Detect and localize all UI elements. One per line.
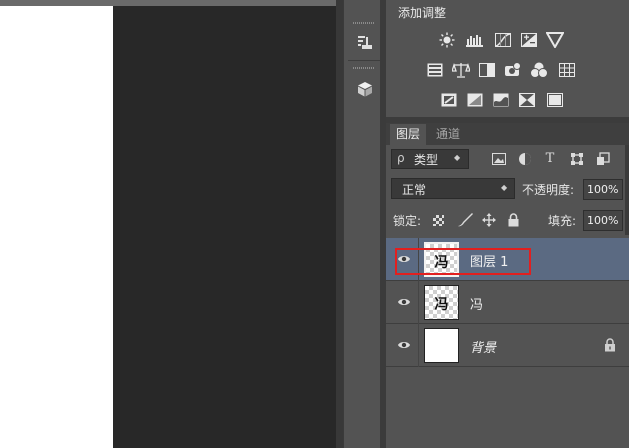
search-icon: ρ xyxy=(397,151,405,165)
eye-icon[interactable] xyxy=(397,339,411,351)
row-separator xyxy=(418,281,419,324)
smart-object-filter-icon[interactable] xyxy=(594,151,612,167)
annotation-highlight-box xyxy=(395,248,531,275)
photo-filter-icon[interactable] xyxy=(504,62,522,78)
layer-row[interactable]: 冯 冯 xyxy=(386,281,629,324)
3d-cube-icon[interactable] xyxy=(352,78,378,100)
channel-mixer-icon[interactable] xyxy=(530,62,548,78)
layer-name[interactable]: 冯 xyxy=(470,294,483,313)
pixel-filter-icon[interactable] xyxy=(490,151,508,167)
lock-move-icon[interactable] xyxy=(482,213,496,227)
tab-channels[interactable]: 通道 xyxy=(430,124,466,145)
layer-filter-select[interactable]: ρ 类型 ◆ xyxy=(391,149,469,169)
collapsed-panel-dock xyxy=(343,0,385,448)
layer-name[interactable]: 背景 xyxy=(470,337,496,356)
posterize-icon[interactable] xyxy=(466,92,484,108)
invert-icon[interactable] xyxy=(440,92,458,108)
threshold-icon[interactable] xyxy=(492,92,510,108)
lock-paint-icon[interactable] xyxy=(456,212,474,228)
selective-color-icon[interactable] xyxy=(518,92,536,108)
document-canvas[interactable] xyxy=(0,6,113,448)
lock-all-icon[interactable] xyxy=(508,213,519,227)
opacity-label: 不透明度: xyxy=(522,183,575,197)
dock-grip[interactable] xyxy=(353,22,375,24)
layer-filter-value: 类型 xyxy=(414,153,439,167)
exposure-icon[interactable] xyxy=(520,32,538,48)
fill-value: 100% xyxy=(587,214,619,227)
adjustments-title: 添加调整 xyxy=(398,6,447,20)
color-balance-icon[interactable] xyxy=(452,62,470,78)
brightness-contrast-icon[interactable] xyxy=(438,32,456,48)
tab-layers[interactable]: 图层 xyxy=(390,124,427,145)
lock-transparent-icon[interactable] xyxy=(433,215,444,226)
lock-label: 锁定: xyxy=(393,214,422,228)
hue-saturation-icon[interactable] xyxy=(426,62,444,78)
select-arrows-icon: ◆ xyxy=(454,153,461,162)
properties-icon[interactable] xyxy=(352,32,378,54)
blend-mode-value: 正常 xyxy=(402,183,427,197)
black-white-icon[interactable] xyxy=(478,62,496,78)
row-separator xyxy=(418,324,419,367)
panel-scroll-edge xyxy=(625,145,629,235)
levels-icon[interactable] xyxy=(466,32,484,48)
opacity-value: 100% xyxy=(587,183,619,196)
thumbnail-text: 冯 xyxy=(434,297,449,313)
layer-row[interactable]: 背景 xyxy=(386,324,629,367)
dock-grip[interactable] xyxy=(353,67,375,69)
layer-thumbnail xyxy=(424,328,459,363)
panel-gutter xyxy=(336,0,343,448)
select-arrows-icon: ◆ xyxy=(501,183,508,192)
layer-thumbnail: 冯 xyxy=(424,285,459,320)
workspace-background xyxy=(113,6,343,448)
curves-icon[interactable] xyxy=(494,32,512,48)
eye-icon[interactable] xyxy=(397,296,411,308)
lock-icon xyxy=(604,338,616,352)
opacity-input[interactable]: 100% xyxy=(583,179,623,200)
shape-filter-icon[interactable] xyxy=(568,151,586,167)
dock-separator xyxy=(348,60,381,61)
gradient-map-icon[interactable] xyxy=(546,92,564,108)
fill-input[interactable]: 100% xyxy=(583,210,623,231)
vibrance-icon[interactable] xyxy=(546,32,564,48)
fill-label: 填充: xyxy=(548,214,577,228)
color-lookup-icon[interactable] xyxy=(558,62,576,78)
type-filter-icon[interactable]: T xyxy=(541,150,559,166)
blend-mode-select[interactable]: 正常 ◆ xyxy=(391,178,515,199)
adjustment-filter-icon[interactable] xyxy=(516,151,534,167)
